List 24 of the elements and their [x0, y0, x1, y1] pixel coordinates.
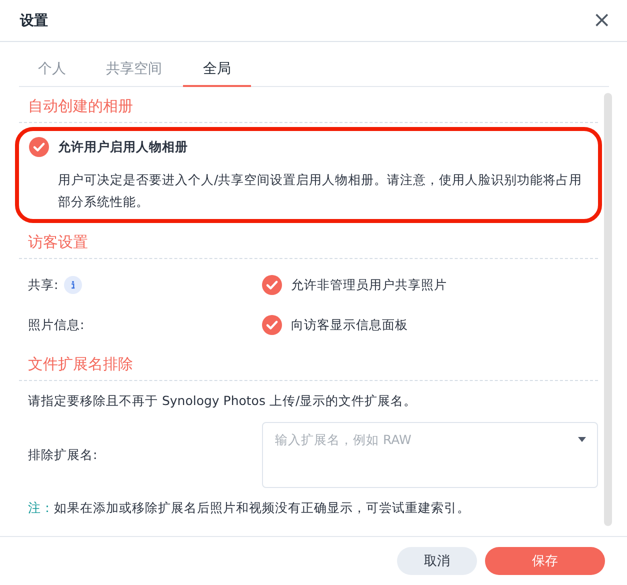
cancel-button[interactable]: 取消	[397, 547, 477, 575]
checkbox[interactable]	[29, 137, 49, 157]
section-title: 访客设置	[19, 229, 598, 259]
checkbox[interactable]	[262, 275, 282, 295]
description-text: 用户可决定是否要进入个人/共享空间设置启用人物相册。请注意，使用人脸识别功能将占用部分系统性能。	[57, 171, 584, 211]
checkbox[interactable]	[262, 315, 282, 335]
scrollbar[interactable]	[604, 93, 612, 526]
field-label: 共享:	[28, 276, 58, 294]
checkbox-label: 允许非管理员用户共享照片	[291, 276, 447, 294]
caret-icon	[578, 437, 586, 442]
field-label: 排除扩展名:	[28, 446, 98, 464]
window-title: 设置	[20, 12, 48, 30]
checkbox-label: 向访客显示信息面板	[291, 316, 408, 334]
instruction-text: 请指定要移除且不再于 Synology Photos 上传/显示的文件扩展名。	[27, 392, 418, 410]
section-title: 自动创建的相册	[19, 93, 598, 123]
tab[interactable]: 全局	[183, 56, 251, 87]
checkbox-label: 允许用户启用人物相册	[58, 138, 188, 156]
note-text: 如果在添加或移除扩展名后照片和视频没有正确显示，可尝试重建索引。	[54, 500, 470, 515]
section-title: 文件扩展名排除	[19, 351, 598, 381]
input-field[interactable]: 输入扩展名，例如 RAW	[262, 422, 598, 488]
close-button[interactable]: ×	[592, 10, 611, 32]
info-icon[interactable]	[64, 276, 82, 294]
note-label: 注：	[28, 500, 54, 515]
field-label: 照片信息:	[28, 316, 84, 334]
